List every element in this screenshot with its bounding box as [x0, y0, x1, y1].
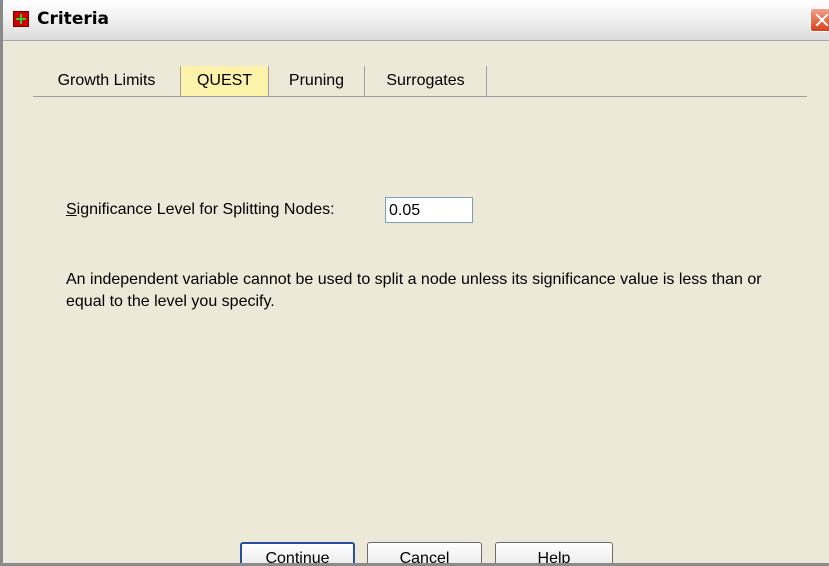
significance-level-input[interactable]	[385, 197, 473, 223]
continue-button[interactable]: Continue	[240, 542, 355, 563]
window-title: Criteria	[37, 9, 110, 29]
mnemonic-s: S	[66, 201, 77, 218]
tab-pruning[interactable]: Pruning	[269, 66, 365, 96]
tab-growth-limits[interactable]: Growth Limits	[33, 66, 181, 96]
tab-surrogates[interactable]: Surrogates	[365, 66, 487, 96]
tab-divider	[33, 96, 807, 97]
significance-level-label: Significance Level for Splitting Nodes:	[66, 201, 335, 218]
tab-quest[interactable]: QUEST	[181, 66, 269, 96]
help-button[interactable]: Help	[495, 542, 613, 563]
app-icon	[13, 11, 29, 27]
title-bar[interactable]: Criteria	[3, 0, 829, 41]
close-icon[interactable]	[810, 8, 829, 32]
criteria-dialog: Criteria Growth Limits QUEST Pruning Sur…	[0, 0, 829, 566]
cancel-button[interactable]: Cancel	[367, 542, 482, 563]
description-text: An independent variable cannot be used t…	[66, 271, 762, 310]
